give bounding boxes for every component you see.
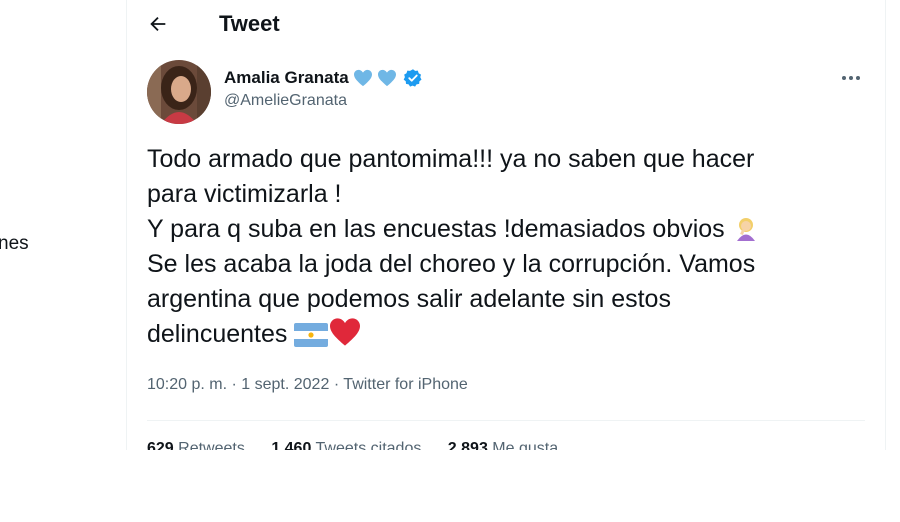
- tweet-time[interactable]: 10:20 p. m.: [147, 376, 227, 393]
- tweet-column: Tweet Amalia Granata @AmelieGranata Todo…: [126, 0, 886, 450]
- arrow-left-icon: [150, 16, 166, 32]
- tweet-text: Todo armado que pantomima!!! ya no saben…: [147, 142, 867, 352]
- tweet-line: para victimizarla !: [147, 180, 342, 208]
- tweet-line-with-emoji: delincuentes: [147, 317, 867, 352]
- author-name-row: Amalia Granata: [224, 66, 423, 90]
- red-heart-emoji: [330, 318, 361, 346]
- retweets-stat[interactable]: 629 Retweets: [147, 440, 245, 450]
- meta-separator: ·: [231, 376, 237, 393]
- likes-stat[interactable]: 2.893 Me gusta: [448, 440, 558, 450]
- header: Tweet: [127, 0, 885, 50]
- tweet-line: Todo armado que pantomima!!! ya no saben…: [147, 145, 755, 173]
- tweet-line: Se les acaba la joda del choreo y la cor…: [147, 250, 756, 278]
- tweet-line: delincuentes: [147, 320, 288, 348]
- tweet-stats: 629 Retweets 1.460 Tweets citados 2.893 …: [147, 440, 580, 450]
- meta-separator: ·: [333, 376, 340, 393]
- retweets-label: Retweets: [178, 440, 245, 450]
- dot-icon: [842, 76, 846, 80]
- tweet-line: Y para q suba en las encuestas !demasiad…: [147, 215, 725, 243]
- tweet-meta: 10:20 p. m. · 1 sept. 2022 · Twitter for…: [147, 376, 468, 394]
- author-handle[interactable]: @AmelieGranata: [224, 92, 347, 110]
- tweet-date[interactable]: 1 sept. 2022: [241, 376, 329, 393]
- author-name[interactable]: Amalia Granata: [224, 68, 349, 88]
- quotes-label: Tweets citados: [315, 440, 422, 450]
- quotes-stat[interactable]: 1.460 Tweets citados: [271, 440, 421, 450]
- sidebar-partial-label: nes: [0, 233, 29, 254]
- more-options-button[interactable]: [839, 68, 863, 88]
- blue-heart-icon: [353, 69, 372, 87]
- woman-facepalming-emoji: [736, 218, 755, 241]
- argentina-flag-emoji: [294, 323, 329, 347]
- tweet-source[interactable]: Twitter for iPhone: [343, 376, 468, 393]
- retweets-count: 629: [147, 440, 174, 450]
- verified-badge-icon: [403, 69, 422, 87]
- page-title: Tweet: [219, 11, 280, 36]
- tweet-line-with-emoji: Y para q suba en las encuestas !demasiad…: [147, 212, 867, 247]
- divider: [147, 420, 865, 421]
- likes-label: Me gusta: [492, 440, 559, 450]
- blue-heart-icon: [377, 69, 396, 87]
- quotes-count: 1.460: [271, 440, 312, 450]
- back-button[interactable]: [147, 9, 171, 39]
- tweet-line: argentina que podemos salir adelante sin…: [147, 285, 671, 313]
- avatar[interactable]: [147, 60, 211, 124]
- dot-icon: [849, 76, 853, 80]
- dot-icon: [856, 76, 860, 80]
- likes-count: 2.893: [447, 440, 488, 450]
